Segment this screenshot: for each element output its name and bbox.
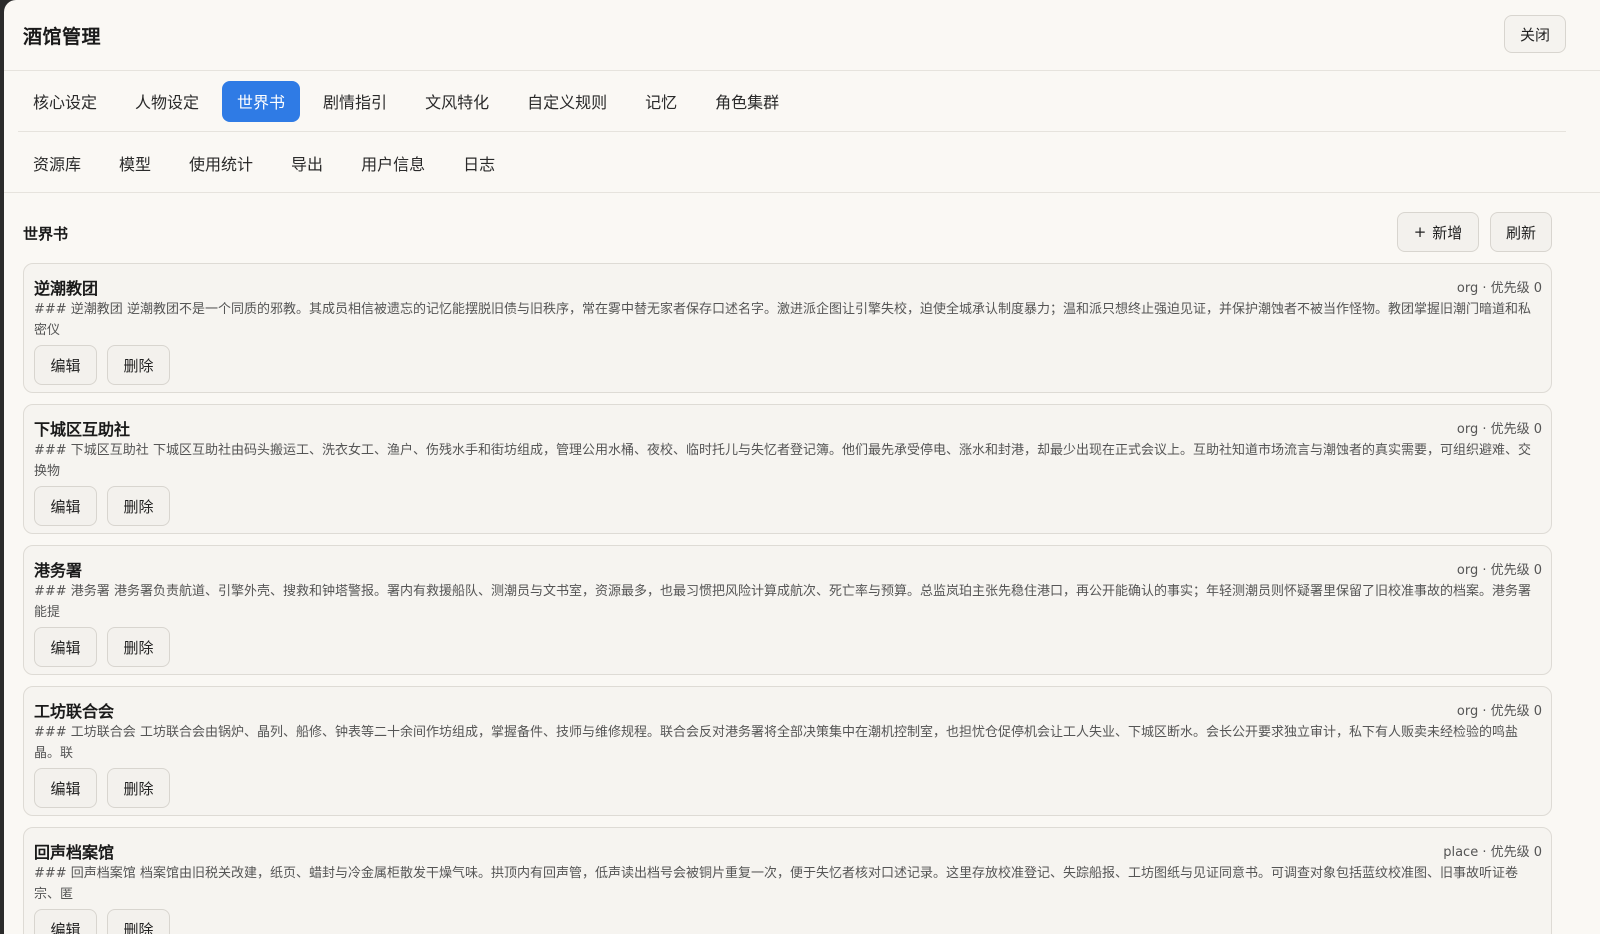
edit-button[interactable]: 编辑 (34, 768, 97, 808)
delete-button[interactable]: 删除 (107, 768, 170, 808)
entry-actions: 编辑 删除 (34, 909, 180, 934)
entry-name: 港务署 (34, 561, 83, 580)
delete-button[interactable]: 删除 (107, 627, 170, 667)
world-book-entry: 下城区互助社 org · 优先级 0 ### 下城区互助社 下城区互助社由码头搬… (23, 404, 1552, 534)
app-window: 酒馆管理 关闭 核心设定 人物设定 世界书 剧情指引 文风特化 自定义规则 记忆… (4, 0, 1600, 934)
entry-body: ### 回声档案馆 档案馆由旧税关改建，纸页、蜡封与冷金属柜散发干燥气味。拱顶内… (34, 866, 1518, 902)
entry-meta: place · 优先级 0 (1443, 845, 1542, 860)
entry-actions: 编辑 删除 (34, 486, 180, 526)
close-button[interactable]: 关闭 (1504, 15, 1566, 53)
world-book-entry: 回声档案馆 place · 优先级 0 ### 回声档案馆 档案馆由旧税关改建，… (23, 827, 1552, 934)
world-book-entry: 工坊联合会 org · 优先级 0 ### 工坊联合会 工坊联合会由锅炉、晶列、… (23, 686, 1552, 816)
primary-tab-bar: 核心设定 人物设定 世界书 剧情指引 文风特化 自定义规则 记忆 角色集群 (18, 71, 1566, 132)
entry-name: 回声档案馆 (34, 843, 115, 862)
add-button[interactable]: + 新增 (1397, 212, 1479, 252)
delete-button[interactable]: 删除 (107, 909, 170, 934)
tab-world-book[interactable]: 世界书 (222, 80, 301, 122)
edit-button[interactable]: 编辑 (34, 486, 97, 526)
entry-body: ### 港务署 港务署负责航道、引擎外壳、搜救和钟塔警报。署内有救援船队、测潮员… (34, 584, 1531, 620)
entry-meta: org · 优先级 0 (1456, 281, 1542, 296)
entry-name: 下城区互助社 (34, 420, 131, 439)
refresh-button[interactable]: 刷新 (1490, 212, 1552, 252)
tab-plot-guide[interactable]: 剧情指引 (308, 81, 402, 122)
delete-button[interactable]: 删除 (107, 345, 170, 385)
world-book-entry: 逆潮教团 org · 优先级 0 ### 逆潮教团 逆潮教团不是一个同质的邪教。… (23, 263, 1552, 393)
edit-button[interactable]: 编辑 (34, 345, 97, 385)
entry-actions: 编辑 删除 (34, 627, 180, 667)
tab-character-settings[interactable]: 人物设定 (120, 81, 214, 122)
app-title: 酒馆管理 (23, 26, 102, 48)
entry-actions: 编辑 删除 (34, 345, 180, 385)
tab-model[interactable]: 模型 (104, 142, 166, 183)
world-book-list: 逆潮教团 org · 优先级 0 ### 逆潮教团 逆潮教团不是一个同质的邪教。… (23, 263, 1552, 934)
title-bar: 酒馆管理 关闭 (4, 0, 1600, 71)
world-book-entry: 港务署 org · 优先级 0 ### 港务署 港务署负责航道、引擎外壳、搜救和… (23, 545, 1552, 675)
entry-meta: org · 优先级 0 (1456, 563, 1542, 578)
tab-character-cluster[interactable]: 角色集群 (700, 81, 794, 122)
section-header: 世界书 + 新增 刷新 (23, 212, 1552, 252)
edit-button[interactable]: 编辑 (34, 909, 97, 934)
entry-body: ### 工坊联合会 工坊联合会由锅炉、晶列、船修、钟表等二十余间作坊组成，掌握备… (34, 725, 1518, 761)
tab-custom-rules[interactable]: 自定义规则 (512, 81, 622, 122)
entry-meta: org · 优先级 0 (1456, 704, 1542, 719)
tab-memory[interactable]: 记忆 (630, 81, 692, 122)
entry-name: 工坊联合会 (34, 702, 115, 721)
entry-body: ### 逆潮教团 逆潮教团不是一个同质的邪教。其成员相信被遗忘的记忆能摆脱旧债与… (34, 302, 1531, 338)
add-button-label: 新增 (1432, 223, 1463, 242)
tab-core-settings[interactable]: 核心设定 (18, 81, 112, 122)
entry-name: 逆潮教团 (34, 279, 99, 298)
tab-usage-stats[interactable]: 使用统计 (174, 142, 268, 183)
entry-body: ### 下城区互助社 下城区互助社由码头搬运工、洗衣女工、渔户、伤残水手和街坊组… (34, 443, 1531, 479)
plus-icon: + (1413, 223, 1427, 241)
entry-meta: org · 优先级 0 (1456, 422, 1542, 437)
section-title: 世界书 (23, 225, 69, 243)
tab-writing-style[interactable]: 文风特化 (410, 81, 504, 122)
entry-actions: 编辑 删除 (34, 768, 180, 808)
tab-export[interactable]: 导出 (276, 142, 338, 183)
secondary-tab-bar: 资源库 模型 使用统计 导出 用户信息 日志 (4, 133, 1600, 193)
tab-user-info[interactable]: 用户信息 (346, 142, 440, 183)
tab-resource-library[interactable]: 资源库 (18, 142, 96, 183)
edit-button[interactable]: 编辑 (34, 627, 97, 667)
tab-log[interactable]: 日志 (448, 142, 510, 183)
delete-button[interactable]: 删除 (107, 486, 170, 526)
